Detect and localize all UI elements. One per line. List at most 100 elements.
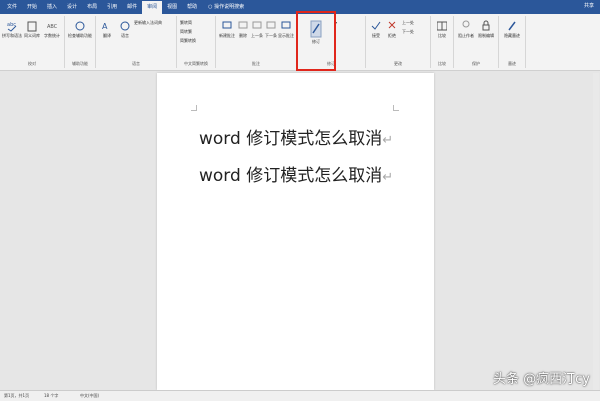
new-comment-button[interactable]: 新建批注 bbox=[218, 20, 236, 39]
next-label: 下一条 bbox=[265, 33, 277, 38]
translate-button[interactable]: A 翻译 bbox=[98, 20, 116, 39]
show-comments-label: 显示批注 bbox=[278, 33, 294, 38]
previous-label: 上一条 bbox=[251, 33, 263, 38]
spelling-icon: abc bbox=[7, 22, 17, 32]
reject-label: 拒绝 bbox=[388, 33, 396, 38]
block-authors-icon bbox=[462, 20, 470, 28]
tab-home[interactable]: 开始 bbox=[22, 1, 42, 14]
hide-ink-label: 隐藏墨迹 bbox=[504, 33, 520, 38]
trad-to-simp-button[interactable]: 繁转简 bbox=[180, 20, 192, 26]
thesaurus-label: 同义词库 bbox=[24, 33, 40, 38]
tab-file[interactable]: 文件 bbox=[2, 1, 22, 14]
restrict-editing-label: 限制编辑 bbox=[478, 33, 494, 38]
paragraph-mark-icon: ↵ bbox=[382, 133, 394, 148]
protect-group-label: 保护 bbox=[472, 61, 480, 66]
ink-icon bbox=[508, 21, 516, 31]
accessibility-group: 检查辅助功能 辅助功能 bbox=[65, 16, 96, 68]
language-group: A 翻译 语言 更新输入法词典 语言 bbox=[96, 16, 177, 68]
block-authors-button[interactable]: 阻止作者 bbox=[456, 20, 476, 39]
tab-help[interactable]: 帮助 bbox=[182, 1, 202, 14]
thesaurus-button[interactable]: 同义词库 bbox=[22, 20, 42, 39]
compare-button[interactable]: 比较 bbox=[433, 20, 451, 39]
word-count-icon: ABC bbox=[47, 24, 57, 30]
paragraph-mark-icon: ↵ bbox=[382, 170, 394, 185]
ink-group-label: 墨迹 bbox=[508, 61, 516, 66]
hide-ink-button[interactable]: 隐藏墨迹 bbox=[501, 20, 523, 39]
spelling-label: 拼写和语法 bbox=[2, 33, 22, 38]
tab-review[interactable]: 审阅 bbox=[142, 1, 163, 14]
share-button[interactable]: 共享 bbox=[584, 0, 594, 13]
word-count-label: 字数统计 bbox=[44, 33, 60, 38]
language-label: 语言 bbox=[121, 33, 129, 38]
reject-icon bbox=[388, 21, 396, 29]
tell-me-search[interactable]: ○ 操作说明搜索 bbox=[202, 1, 244, 14]
new-comment-label: 新建批注 bbox=[219, 33, 235, 38]
compare-group: 比较 比较 bbox=[431, 16, 454, 68]
compare-icon bbox=[437, 21, 447, 31]
svg-text:ABC: ABC bbox=[47, 24, 57, 30]
restrict-editing-button[interactable]: 限制编辑 bbox=[476, 20, 496, 39]
comments-group-label: 批注 bbox=[252, 61, 260, 66]
chinese-group-label: 中文简繁转换 bbox=[184, 61, 208, 66]
ribbon-tabs: 文件 开始 插入 设计 布局 引用 邮件 审阅 视图 帮助 ○ 操作说明搜索 bbox=[2, 1, 244, 14]
vertical-scrollbar[interactable] bbox=[593, 73, 599, 390]
compare-group-label: 比较 bbox=[438, 61, 446, 66]
lightbulb-icon: ○ bbox=[208, 4, 213, 10]
watermark: 头条 @疯西汀cy bbox=[493, 372, 590, 387]
next-change-button[interactable]: 下一处 bbox=[402, 29, 414, 35]
markup-dropdown[interactable]: ▾ bbox=[335, 20, 363, 25]
ink-group: 隐藏墨迹 墨迹 bbox=[499, 16, 526, 68]
svg-text:A: A bbox=[102, 22, 108, 31]
proofing-group-label: 校对 bbox=[28, 61, 36, 66]
next-comment-icon bbox=[266, 21, 276, 29]
tab-mailings[interactable]: 邮件 bbox=[122, 1, 142, 14]
delete-comment-button[interactable]: 删除 bbox=[236, 20, 250, 39]
compare-label: 比较 bbox=[438, 33, 446, 38]
next-comment-button[interactable]: 下一条 bbox=[264, 20, 278, 39]
previous-comment-icon bbox=[252, 21, 262, 29]
check-accessibility-label: 检查辅助功能 bbox=[68, 33, 92, 38]
tab-layout[interactable]: 布局 bbox=[82, 1, 102, 14]
previous-comment-button[interactable]: 上一条 bbox=[250, 20, 264, 39]
document-line-2[interactable]: word 修订模式怎么取消↵ bbox=[199, 161, 393, 186]
update-ime-label: 更新输入法词典 bbox=[134, 20, 162, 25]
previous-change-button[interactable]: 上一处 bbox=[402, 20, 414, 26]
accessibility-icon bbox=[75, 21, 85, 31]
delete-comment-icon bbox=[238, 21, 248, 29]
thesaurus-icon bbox=[27, 21, 37, 32]
margin-corner-right bbox=[393, 105, 399, 111]
check-accessibility-button[interactable]: 检查辅助功能 bbox=[68, 20, 92, 39]
new-comment-icon bbox=[222, 21, 232, 29]
track-changes-highlight bbox=[296, 11, 336, 71]
globe-icon bbox=[120, 21, 130, 31]
tab-references[interactable]: 引用 bbox=[102, 1, 122, 14]
accept-label: 接受 bbox=[372, 33, 380, 38]
changes-group-label: 更改 bbox=[394, 61, 402, 66]
document-line-1[interactable]: word 修订模式怎么取消↵ bbox=[199, 124, 393, 149]
chinese-conversion-group: 繁转简 简转繁 简繁转换 中文简繁转换 bbox=[177, 16, 216, 68]
tab-design[interactable]: 设计 bbox=[62, 1, 82, 14]
block-authors-label: 阻止作者 bbox=[458, 33, 474, 38]
update-ime-button[interactable]: 更新输入法词典 bbox=[134, 20, 174, 26]
reject-button[interactable]: 拒绝 bbox=[384, 20, 400, 39]
convert-button[interactable]: 简繁转换 bbox=[180, 38, 196, 44]
simp-to-trad-button[interactable]: 简转繁 bbox=[180, 29, 192, 35]
tab-view[interactable]: 视图 bbox=[162, 1, 182, 14]
tab-insert[interactable]: 插入 bbox=[42, 1, 62, 14]
changes-group: 接受 拒绝 上一处 下一处 更改 bbox=[366, 16, 431, 68]
document-line-2-text: word 修订模式怎么取消 bbox=[199, 166, 383, 186]
tell-me-label: 操作说明搜索 bbox=[214, 4, 245, 10]
accept-icon bbox=[371, 21, 381, 30]
language-button[interactable]: 语言 bbox=[116, 20, 134, 39]
show-comments-button[interactable]: 显示批注 bbox=[278, 20, 294, 39]
status-bar: 第1页，共1页 18 个字 中文(中国) bbox=[0, 390, 600, 401]
translate-label: 翻译 bbox=[103, 33, 111, 38]
word-count-button[interactable]: ABC 字数统计 bbox=[42, 20, 62, 39]
accessibility-group-label: 辅助功能 bbox=[72, 61, 88, 66]
accept-button[interactable]: 接受 bbox=[368, 20, 384, 39]
document-page[interactable]: word 修订模式怎么取消↵ word 修订模式怎么取消↵ bbox=[157, 73, 434, 390]
comments-group: 新建批注 删除 上一条 下一条 显示批注 批注 bbox=[216, 16, 297, 68]
proofing-group: abc 拼写和语法 同义词库 ABC 字数统计 校对 bbox=[0, 16, 65, 68]
spelling-button[interactable]: abc 拼写和语法 bbox=[2, 20, 22, 39]
protect-group: 阻止作者 限制编辑 保护 bbox=[454, 16, 499, 68]
